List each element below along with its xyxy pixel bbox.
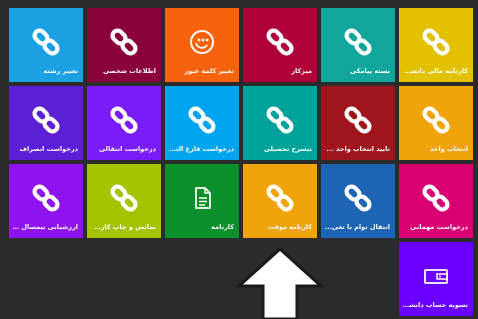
dashboard-tile[interactable]: اطلاعات شخصی [87, 8, 161, 82]
dashboard-tile[interactable]: انتخاب واحد [399, 86, 473, 160]
link-icon [31, 183, 61, 213]
tile-label: کارنامه موقت [267, 223, 312, 231]
link-icon [343, 183, 373, 213]
tile-label: تغییر رشته [43, 67, 78, 75]
dashboard-tile[interactable]: تیسرح تحصیلی [243, 86, 317, 160]
dashboard-tile[interactable]: تایید انتخاب واحد ... [321, 86, 395, 160]
link-icon [109, 27, 139, 57]
tile-label: کارنامه [211, 223, 234, 231]
dashboard-tile[interactable]: کارنامه مالی دانشجو [399, 8, 473, 82]
link-icon [421, 183, 451, 213]
dashboard-tile[interactable]: کارنامه موقت [243, 164, 317, 238]
pointer-arrow-icon [236, 246, 324, 319]
dashboard-tile[interactable]: تسویه حساب دانشجو [399, 242, 473, 316]
dashboard-tile[interactable]: درخواست مهمانی [399, 164, 473, 238]
tile-label: تایید انتخاب واحد ... [326, 145, 390, 153]
tile-label: انتخاب واحد [430, 145, 468, 153]
dashboard-tile[interactable]: درخواست فارغ التحصی... [165, 86, 239, 160]
key-refresh-icon [187, 27, 217, 57]
tile-label: تیسرح تحصیلی [263, 145, 312, 153]
link-icon [421, 27, 451, 57]
wallet-icon [421, 261, 451, 291]
dashboard-tile[interactable]: نمایش و چاپ کارت ت... [87, 164, 161, 238]
tile-label: ارزشیابی نیمسال جاری [12, 223, 78, 231]
tile-label: اطلاعات شخصی [102, 67, 156, 75]
link-icon [421, 105, 451, 135]
tile-label: بسته پیامکی [350, 67, 390, 75]
dashboard-tile[interactable]: انتقال توام با تغی... [321, 164, 395, 238]
tile-label: تغییر کلمه عبور [184, 67, 234, 75]
tile-label: درخواست انتقالی [98, 145, 156, 153]
link-icon [265, 105, 295, 135]
tile-label: نمایش و چاپ کارت ت... [90, 223, 156, 231]
link-icon [265, 183, 295, 213]
dashboard-tile[interactable]: تغییر کلمه عبور [165, 8, 239, 82]
link-icon [343, 27, 373, 57]
link-icon [343, 105, 373, 135]
dashboard-tile[interactable]: ارزشیابی نیمسال جاری [9, 164, 83, 238]
link-icon [187, 105, 217, 135]
link-icon [109, 183, 139, 213]
link-icon [31, 105, 61, 135]
tile-label: کارنامه مالی دانشجو [402, 67, 468, 75]
link-icon [31, 27, 61, 57]
dashboard-tile[interactable]: درخواست انصراف [9, 86, 83, 160]
link-icon [265, 27, 295, 57]
dashboard-tile[interactable]: کارنامه [165, 164, 239, 238]
dashboard-tile[interactable]: درخواست انتقالی [87, 86, 161, 160]
dashboard-tile[interactable]: میزکار [243, 8, 317, 82]
dashboard-tile[interactable]: تغییر رشته [9, 8, 83, 82]
dashboard-tile[interactable]: بسته پیامکی [321, 8, 395, 82]
tile-label: درخواست فارغ التحصی... [168, 145, 234, 153]
tile-label: درخواست انصراف [19, 145, 79, 153]
tile-label: درخواست مهمانی [410, 223, 468, 231]
tile-label: میزکار [291, 67, 312, 75]
link-icon [109, 105, 139, 135]
tile-label: انتقال توام با تغی... [324, 223, 390, 231]
tile-label: تسویه حساب دانشجو [402, 301, 468, 309]
document-icon [187, 183, 217, 213]
